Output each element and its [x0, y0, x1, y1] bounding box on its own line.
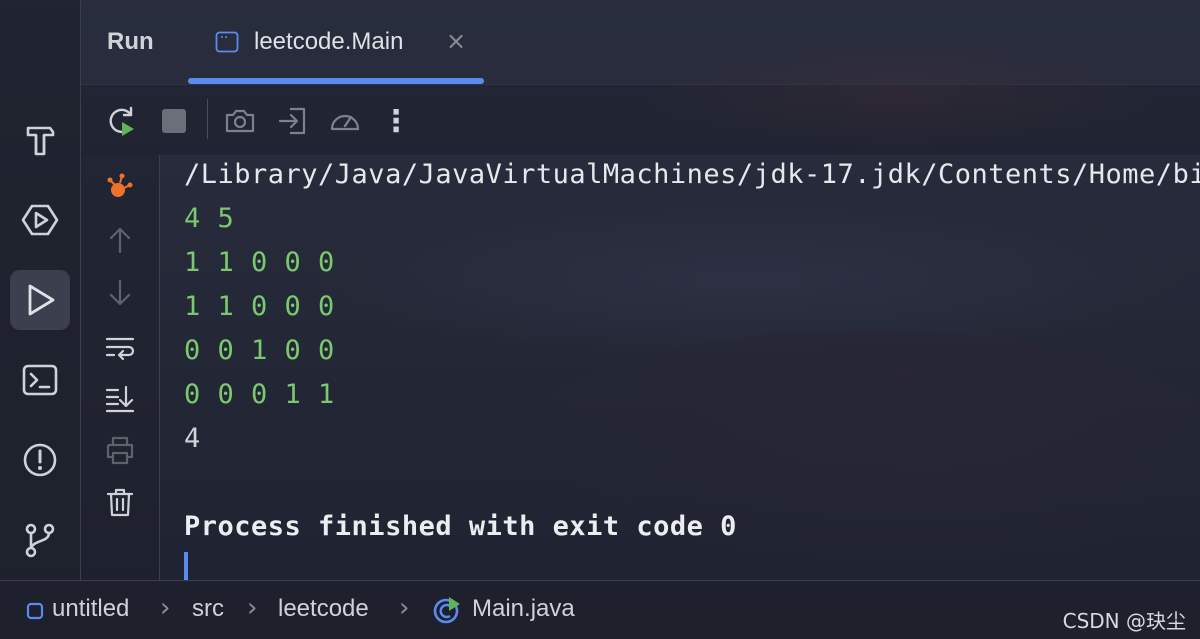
login-icon	[278, 107, 306, 135]
console-side-toolbar	[81, 155, 160, 580]
breadcrumb-separator: ›	[399, 593, 410, 623]
console-line-input: 1 1 0 0 0	[184, 247, 335, 278]
application-config-icon	[215, 31, 239, 53]
debug-source-button[interactable]	[103, 171, 137, 205]
problems-icon	[23, 443, 57, 477]
previous-occurrence-button[interactable]	[103, 223, 137, 257]
rerun-button[interactable]	[103, 103, 139, 139]
console-line-input: 4 5	[184, 203, 235, 234]
java-class-icon	[433, 597, 460, 624]
breadcrumb-separator: ›	[247, 593, 258, 623]
scroll-to-end-icon	[105, 385, 135, 413]
stop-icon	[162, 109, 186, 133]
close-icon[interactable]: ×	[446, 29, 466, 53]
scroll-to-end-button[interactable]	[103, 381, 137, 415]
breadcrumb-package[interactable]: leetcode	[278, 595, 369, 623]
project-icon	[26, 602, 44, 620]
console-line-command: /Library/Java/JavaVirtualMachines/jdk-17…	[184, 159, 1200, 190]
run-icon	[28, 284, 55, 316]
debug-source-icon	[107, 173, 133, 197]
attach-button[interactable]	[275, 103, 311, 139]
build-tool-button[interactable]	[10, 110, 70, 170]
console-line-input: 0 0 1 0 0	[184, 335, 335, 366]
console-line-output: 4	[184, 423, 201, 454]
stop-button[interactable]	[156, 103, 192, 139]
hammer-icon	[26, 126, 55, 156]
terminal-tool-button[interactable]	[10, 350, 70, 410]
console-line-input: 0 0 0 1 1	[184, 379, 335, 410]
tool-window-strip	[0, 0, 81, 580]
next-occurrence-button[interactable]	[103, 276, 137, 310]
text-cursor	[184, 552, 188, 580]
print-icon	[106, 436, 134, 465]
rerun-icon	[109, 106, 134, 136]
git-icon	[25, 523, 55, 558]
terminal-icon	[22, 364, 58, 396]
git-tool-button[interactable]	[10, 510, 70, 570]
tab-leetcode-main[interactable]: leetcode.Main ×	[188, 0, 484, 84]
arrow-down-icon	[109, 279, 131, 306]
toolbar-separator	[207, 99, 208, 139]
problems-tool-button[interactable]	[10, 430, 70, 490]
console-line-exit-status: Process finished with exit code 0	[184, 511, 737, 542]
arrow-up-icon	[109, 227, 131, 254]
services-tool-button[interactable]	[10, 190, 70, 250]
trash-icon	[106, 488, 134, 517]
tool-window-title: Run	[107, 28, 154, 55]
screenshot-button[interactable]	[222, 103, 258, 139]
console-line-input: 1 1 0 0 0	[184, 291, 335, 322]
soft-wrap-icon	[105, 337, 135, 361]
services-icon	[21, 204, 59, 236]
breadcrumb-separator: ›	[160, 593, 171, 623]
navigation-bar: untitled › src › leetcode › Main.java CS…	[0, 580, 1200, 639]
console-output[interactable]: /Library/Java/JavaVirtualMachines/jdk-17…	[184, 155, 1200, 580]
more-options-button[interactable]: ⋮	[378, 103, 414, 139]
gauge-icon	[330, 114, 360, 131]
breadcrumb-src[interactable]: src	[192, 595, 224, 623]
watermark: CSDN @玦尘	[1062, 609, 1186, 633]
tab-label: leetcode.Main	[254, 28, 404, 55]
camera-icon	[225, 109, 255, 133]
print-button[interactable]	[103, 433, 137, 467]
breadcrumb-file[interactable]: Main.java	[472, 595, 575, 623]
run-tool-window-header: Run leetcode.Main ×	[81, 0, 1200, 84]
profiler-button[interactable]	[327, 103, 363, 139]
clear-all-button[interactable]	[103, 485, 137, 519]
breadcrumb-project[interactable]: untitled	[52, 595, 129, 623]
run-tool-button[interactable]	[10, 270, 70, 330]
run-toolbar: ⋮	[81, 84, 1200, 155]
soft-wrap-button[interactable]	[103, 330, 137, 364]
